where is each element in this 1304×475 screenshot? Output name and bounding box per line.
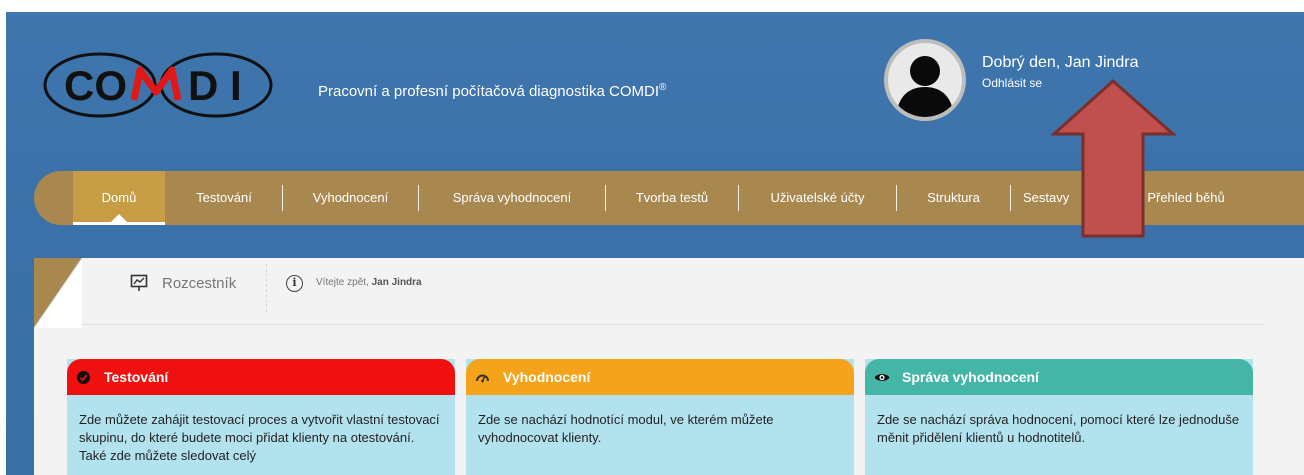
nav-item-label: Testování xyxy=(196,190,252,205)
card-description: Zde můžete zahájit testovací proces a vy… xyxy=(79,412,440,463)
eye-icon xyxy=(874,374,890,381)
page-corner-fold xyxy=(34,258,82,328)
card-vyhodnoceni[interactable]: Vyhodnocení Zde se nachází hodnotící mod… xyxy=(466,359,854,475)
nav-item-label: Tvorba testů xyxy=(635,190,709,205)
nav-item-label: Vyhodnocení xyxy=(312,190,389,205)
nav-item-tvorba-testu[interactable]: Tvorba testů xyxy=(606,171,738,225)
card-header[interactable]: Testování xyxy=(67,359,455,395)
card-header[interactable]: Správa vyhodnocení xyxy=(865,359,1253,395)
welcome-name: Jan Jindra xyxy=(371,277,422,288)
nav-item-domu[interactable]: Domů xyxy=(73,171,165,225)
nav-item-label: Správa vyhodnocení xyxy=(452,190,572,205)
nav-item-struktura[interactable]: Struktura xyxy=(897,171,1010,225)
breadcrumb-title[interactable]: Rozcestník xyxy=(162,275,236,292)
registered-mark: ® xyxy=(659,82,667,93)
avatar[interactable] xyxy=(884,39,966,121)
user-silhouette-icon xyxy=(896,56,954,117)
nav-item-sprava-vyhodnoceni[interactable]: Správa vyhodnocení xyxy=(419,171,605,225)
nav-item-label: Domů xyxy=(101,190,137,205)
card-header[interactable]: Vyhodnocení xyxy=(466,359,854,395)
nav-item-label: Uživatelské účty xyxy=(770,190,865,205)
greeting: Dobrý den, Jan Jindra xyxy=(982,54,1139,71)
card-description: Zde se nachází hodnotící modul, ve které… xyxy=(478,412,774,445)
nav-item-vyhodnoceni[interactable]: Vyhodnocení xyxy=(283,171,418,225)
info-icon: i xyxy=(286,275,303,292)
nav-item-testovani[interactable]: Testování xyxy=(166,171,282,225)
logout-link[interactable]: Odhlásit se xyxy=(982,76,1042,90)
card-sprava-vyhodnoceni[interactable]: Správa vyhodnocení Zde se nachází správa… xyxy=(865,359,1253,475)
presentation-board-icon xyxy=(130,274,148,291)
breadcrumb-divider xyxy=(266,264,268,312)
card-title: Testování xyxy=(104,369,169,385)
gauge-icon xyxy=(476,374,489,383)
welcome-message: Vítejte zpět, Jan Jindra xyxy=(316,277,422,288)
card-testovani[interactable]: Testování Zde můžete zahájit testovací p… xyxy=(67,359,455,475)
comdi-logo[interactable]: CO D I xyxy=(42,50,274,120)
page: CO D I Pracovní a profesní počítačová di… xyxy=(6,12,1304,475)
check-circle-icon xyxy=(77,371,90,384)
active-underline xyxy=(73,222,165,225)
card-title: Správa vyhodnocení xyxy=(902,369,1039,385)
active-indicator xyxy=(111,214,127,222)
welcome-prefix: Vítejte zpět, xyxy=(316,277,369,288)
tagline: Pracovní a profesní počítačová diagnosti… xyxy=(318,82,666,100)
svg-text:D I: D I xyxy=(188,62,242,109)
nav-item-uzivatelske-ucty[interactable]: Uživatelské účty xyxy=(739,171,896,225)
red-arrow-annotation xyxy=(1051,78,1176,238)
content-panel: Rozcestník i Vítejte zpět, Jan Jindra Te… xyxy=(34,258,1304,475)
card-description: Zde se nachází správa hodnocení, pomocí … xyxy=(877,412,1240,445)
divider xyxy=(82,324,1264,325)
nav-item-label: Struktura xyxy=(927,190,980,205)
card-title: Vyhodnocení xyxy=(503,369,591,385)
tagline-text: Pracovní a profesní počítačová diagnosti… xyxy=(318,83,660,100)
svg-text:CO: CO xyxy=(64,62,127,109)
